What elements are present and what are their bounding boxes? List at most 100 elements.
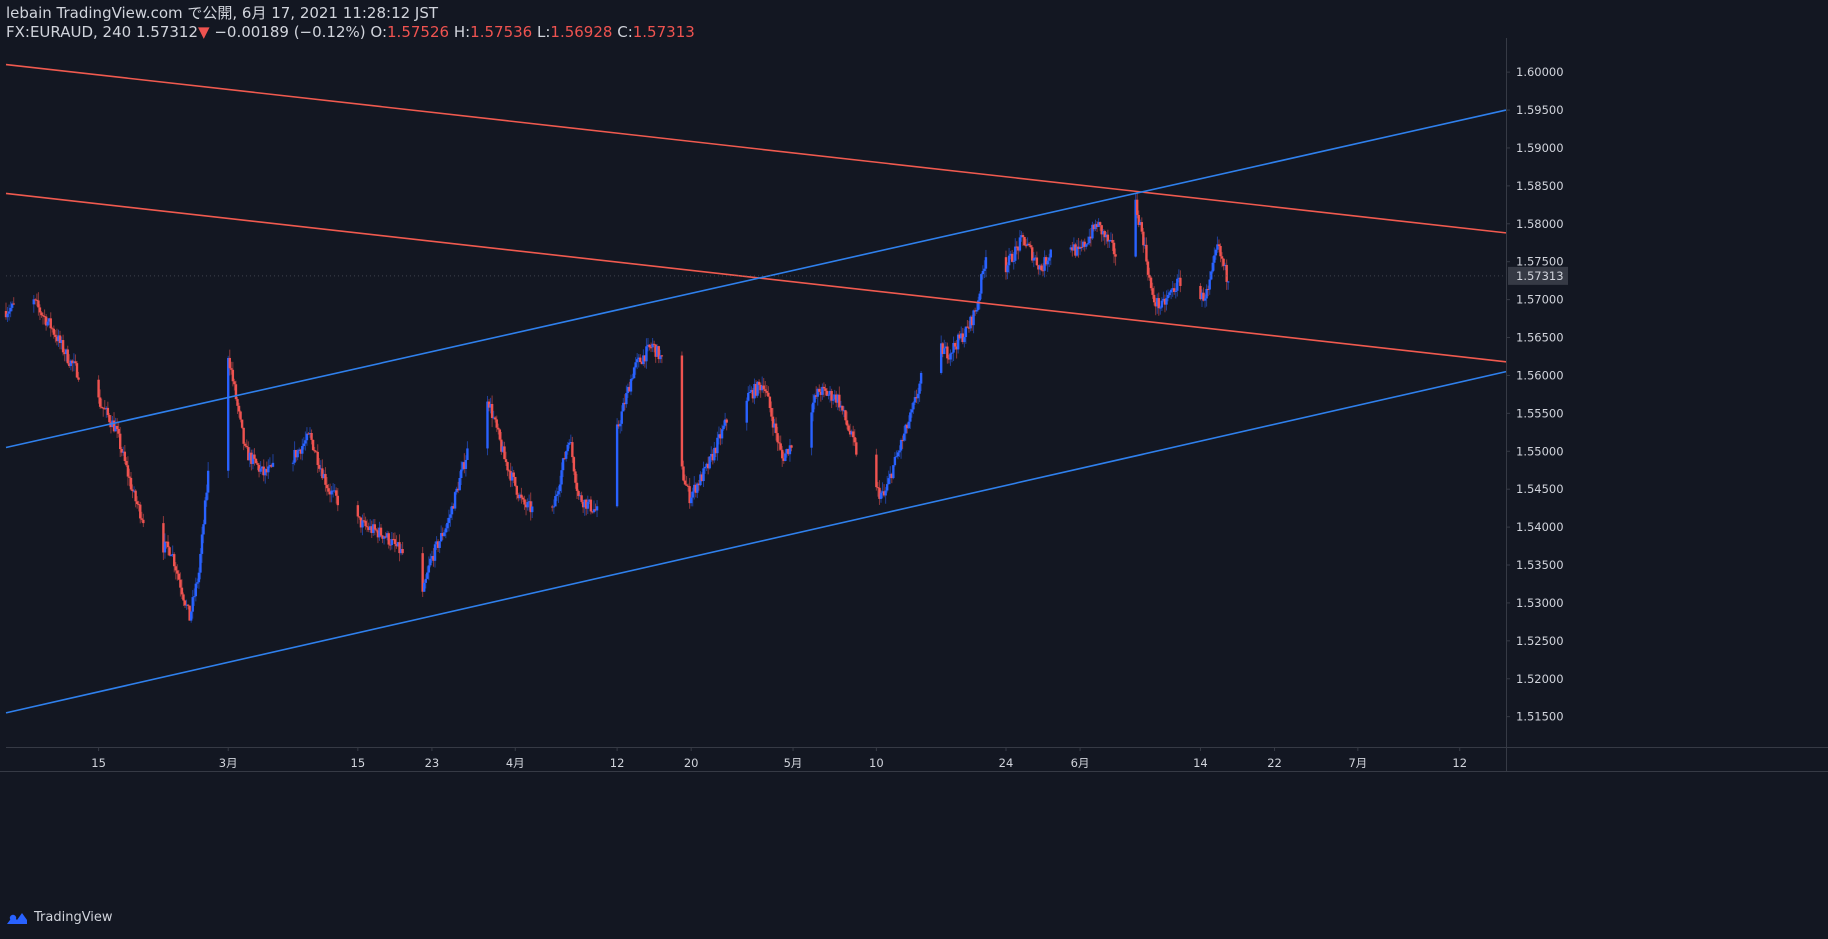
price-tick-label: 1.57500 — [1516, 255, 1564, 269]
candle-body — [790, 445, 793, 448]
candle-body — [108, 414, 111, 423]
time-tick-label: 22 — [1267, 756, 1282, 770]
price-tick-label: 1.54000 — [1516, 520, 1564, 534]
candle-body — [907, 421, 910, 429]
candle-body — [311, 439, 315, 451]
candle-body — [683, 480, 687, 485]
candle-body — [1159, 307, 1162, 309]
candle-body — [1114, 254, 1117, 257]
candle-body — [1220, 256, 1224, 259]
candle-body — [356, 505, 360, 517]
candle-body — [618, 423, 622, 427]
candle-body — [254, 458, 258, 464]
candle-body — [811, 402, 815, 413]
candle-body — [1010, 253, 1014, 262]
candle-body — [373, 524, 377, 530]
candle-body — [302, 443, 306, 447]
candle-body — [243, 443, 247, 446]
candle-body — [1085, 244, 1088, 247]
candle-body — [245, 445, 248, 448]
candle-body — [827, 394, 830, 396]
candle-body — [129, 477, 133, 490]
price-tick-label: 1.53000 — [1516, 596, 1564, 610]
candle-body — [1035, 257, 1039, 266]
candle-body — [1111, 240, 1114, 243]
candle-body — [135, 501, 139, 505]
candle-body — [574, 471, 577, 483]
footer-brand[interactable]: TradingView — [6, 910, 113, 925]
candle-body — [722, 425, 725, 430]
candle-body — [689, 497, 693, 504]
candle-body — [106, 407, 110, 415]
candle-body — [134, 490, 137, 502]
candle-body — [622, 402, 625, 412]
candle-body — [980, 274, 983, 294]
candle-body — [855, 442, 858, 455]
candle-body — [1227, 281, 1230, 283]
candle-body — [98, 397, 102, 407]
candle-body — [975, 309, 978, 312]
price-tick-label: 1.53500 — [1516, 558, 1564, 572]
price-chart[interactable]: 1.60000 1.59500 1.59000 1.58500 1.58000 1.575… — [0, 0, 1828, 939]
candle-body — [953, 342, 957, 347]
candle-body — [1007, 255, 1011, 266]
time-tick-label: 24 — [999, 756, 1014, 770]
candle-body — [615, 424, 619, 507]
tradingview-logo-icon — [7, 912, 27, 924]
candle-body — [1086, 243, 1089, 245]
candle-body — [918, 383, 921, 394]
candle-body — [910, 409, 914, 413]
candle-body — [365, 526, 369, 528]
time-tick-label: 6月 — [1071, 756, 1090, 770]
candle-body — [180, 587, 184, 595]
candle-body — [725, 419, 728, 423]
candle-body — [1174, 290, 1177, 293]
candle-body — [49, 318, 52, 329]
candle-body — [1160, 300, 1164, 308]
candle-body — [1112, 242, 1116, 255]
candle-body — [126, 465, 130, 477]
candle-body — [433, 544, 437, 561]
candle-body — [526, 502, 529, 508]
time-tick-label: 15 — [351, 756, 366, 770]
candle-body — [625, 393, 628, 405]
time-tick-label: 4月 — [506, 756, 525, 770]
price-tick-label: 1.57000 — [1516, 293, 1564, 307]
candle-body — [231, 369, 235, 382]
candle-body — [1157, 298, 1160, 309]
candle-body — [446, 522, 449, 529]
candle-body — [189, 611, 193, 621]
candle-body — [169, 555, 173, 557]
candle-body — [140, 518, 144, 520]
time-tick-label: 20 — [684, 756, 699, 770]
candle-body — [902, 433, 906, 441]
lower-blue-line — [5, 370, 1507, 714]
time-tick-label: 23 — [425, 756, 440, 770]
candle-body — [1146, 261, 1150, 275]
price-tick-label: 1.51500 — [1516, 710, 1564, 724]
candle-body — [447, 517, 451, 523]
candle-body — [777, 442, 781, 444]
candle-body — [972, 310, 975, 326]
candle-body — [564, 451, 568, 459]
candle-body — [620, 411, 623, 424]
candle-body — [296, 450, 299, 458]
candle-body — [1169, 289, 1173, 293]
candle-body — [716, 437, 719, 454]
candle-body — [649, 347, 653, 349]
candle-body — [631, 378, 634, 380]
candle-body — [466, 448, 469, 461]
candle-body — [838, 394, 841, 408]
candle-body — [1225, 264, 1228, 282]
candle-body — [557, 491, 560, 495]
candle-body — [899, 440, 903, 451]
candle-body — [1140, 222, 1144, 232]
candle-body — [776, 433, 779, 443]
candle-body — [520, 494, 523, 498]
candle-body — [256, 463, 259, 465]
candle-body — [978, 293, 981, 301]
candle-body — [177, 573, 181, 580]
candle-body — [1176, 278, 1179, 291]
candle-body — [358, 516, 361, 518]
candle-body — [983, 268, 986, 271]
